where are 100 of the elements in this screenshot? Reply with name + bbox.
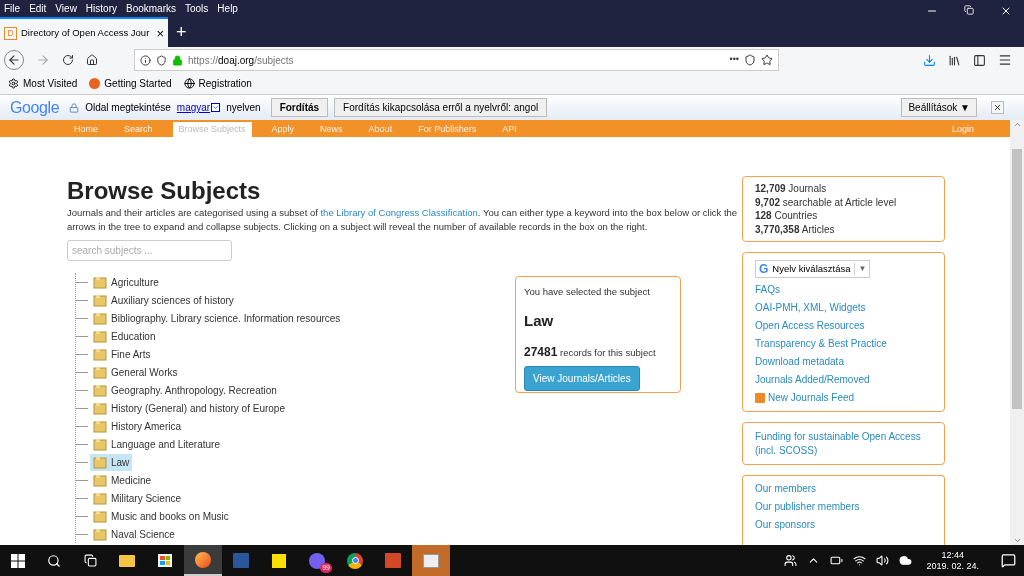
search-field[interactable]: search subjects ...: [67, 240, 232, 261]
folder-icon: [93, 347, 107, 361]
folder-icon: [93, 473, 107, 487]
browser-app-icon[interactable]: [184, 545, 222, 576]
language-dropdown[interactable]: magyar: [176, 100, 221, 115]
bookmark-item[interactable]: Most Visited: [8, 76, 78, 91]
clock[interactable]: 12:44 2019. 02. 24.: [922, 549, 983, 572]
sidebar-link[interactable]: Download metadata: [755, 355, 932, 369]
scroll-down-icon[interactable]: [1012, 536, 1022, 545]
library-icon[interactable]: [948, 53, 961, 67]
bookmark-item[interactable]: Registration: [183, 76, 252, 91]
volume-icon[interactable]: [876, 554, 890, 567]
disable-translation-button[interactable]: Fordítás kikapcsolása erről a nyelvről: angol: [334, 98, 548, 117]
close-icon[interactable]: [1000, 5, 1012, 17]
browser-tab[interactable]: D Directory of Open Access Jour ×: [0, 17, 168, 47]
page-title: Browse Subjects: [67, 177, 262, 205]
bookmark-star-icon[interactable]: [761, 54, 773, 66]
subject-item[interactable]: Law: [90, 453, 133, 471]
language-select[interactable]: G Nyelv kiválasztása ▼: [755, 260, 871, 279]
lock-icon: [69, 102, 80, 113]
snipping-app-icon[interactable]: [412, 545, 450, 576]
member-link[interactable]: Our sponsors: [755, 518, 932, 532]
sidebar-icon[interactable]: [973, 53, 986, 67]
menu-item[interactable]: Bookmarks: [126, 1, 176, 16]
subject-item[interactable]: History (General) and history of Europe: [90, 399, 288, 417]
subject-item[interactable]: Music and books on Music: [90, 507, 232, 525]
sidebar-link[interactable]: OAI-PMH, XML, Widgets: [755, 301, 932, 315]
translate-suffix: nyelven: [226, 101, 261, 115]
sidebar-link[interactable]: New Journals Feed: [755, 391, 932, 405]
settings-button[interactable]: Beállítások ▼: [901, 98, 977, 117]
tab-title: Directory of Open Access Jour: [21, 25, 151, 40]
folder-icon: [93, 293, 107, 307]
people-icon[interactable]: [784, 554, 798, 567]
wifi-icon[interactable]: [853, 554, 867, 567]
menu-item[interactable]: Help: [217, 1, 238, 16]
folder-icon: [93, 491, 107, 505]
folder-icon: [93, 437, 107, 451]
menu-item[interactable]: File: [4, 1, 21, 16]
home-icon[interactable]: [86, 54, 98, 66]
back-arrow-icon: [7, 53, 21, 67]
bookmark-item[interactable]: Getting Started: [89, 76, 172, 91]
rss-icon: [755, 392, 765, 403]
close-button[interactable]: [991, 101, 1004, 114]
subject-item[interactable]: Auxiliary sciences of history: [90, 291, 237, 309]
address-bar[interactable]: https://doaj.org/subjects •••: [134, 49, 779, 71]
reload-icon[interactable]: [62, 54, 74, 66]
member-link[interactable]: Our members: [755, 482, 932, 496]
folder-icon: [93, 311, 107, 325]
folder-icon: [93, 329, 107, 343]
cloud-icon[interactable]: [899, 554, 913, 567]
menu-item[interactable]: Edit: [29, 1, 47, 16]
subject-item[interactable]: Agriculture: [90, 273, 162, 291]
subject-item[interactable]: History America: [90, 417, 184, 435]
tab-favicon: D: [4, 26, 17, 40]
stat-line: 128 Countries: [755, 209, 819, 223]
gear-icon: [8, 78, 19, 89]
sidebar-link[interactable]: Transparency & Best Practice: [755, 337, 932, 351]
translate-label: Oldal megtekintése: [85, 101, 171, 115]
subject-item[interactable]: Language and Literature: [90, 435, 223, 453]
folder-icon: [93, 419, 107, 433]
intro-paragraph: Journals and their articles are categorised using a subset of the Library of Congress Classification. You can either type a keyword into the box below or click the arrows in the tree to expand and collapse subjects. Clicking on a subject will reveal the number of available records in the box on the right.: [67, 206, 739, 234]
menu-item[interactable]: View: [55, 1, 77, 16]
folder-icon: [93, 365, 107, 379]
subject-item[interactable]: Education: [90, 327, 159, 345]
sidebar-link[interactable]: Journals Added/Removed: [755, 373, 932, 387]
subject-item[interactable]: Military Science: [90, 489, 185, 507]
info-icon: [140, 54, 151, 66]
subject-item[interactable]: Geography. Anthropology. Recreation: [90, 381, 280, 399]
member-link[interactable]: Our publisher members: [755, 500, 932, 514]
folder-icon: [93, 455, 107, 469]
translate-button[interactable]: Fordítás: [270, 98, 329, 117]
subject-item[interactable]: Fine Arts: [90, 345, 154, 363]
subject-item[interactable]: General Works: [90, 363, 181, 381]
stat-line: 9,702 searchable at Article level: [755, 195, 898, 209]
url-text: https://doaj.org/subjects: [188, 53, 294, 68]
windows-logo-icon: [11, 553, 25, 568]
funding-link[interactable]: Funding for sustainable Open Access (incl. SCOSS): [755, 430, 932, 458]
scroll-up-icon[interactable]: [1012, 120, 1022, 129]
subject-item[interactable]: Naval Science: [90, 525, 178, 543]
dropdown-arrow-icon: [211, 103, 221, 112]
scrollbar[interactable]: [1010, 120, 1024, 545]
menu-item[interactable]: Tools: [185, 1, 209, 16]
battery-icon[interactable]: [830, 554, 844, 567]
notifications-icon[interactable]: [1001, 553, 1016, 568]
sidebar-link[interactable]: FAQs: [755, 283, 932, 297]
subject-item[interactable]: Bibliography. Library science. Information resources: [90, 309, 344, 327]
subject-item[interactable]: Medicine: [90, 471, 155, 489]
menu-item[interactable]: History: [85, 1, 117, 16]
sidebar-link[interactable]: Open Access Resources: [755, 319, 932, 333]
new-tab-button[interactable]: +: [168, 17, 195, 47]
selection-intro: You have selected the subject: [524, 285, 651, 299]
classification-link[interactable]: the Library of Congress Classification: [320, 207, 478, 218]
download-icon[interactable]: [923, 53, 936, 67]
more-actions-button[interactable]: •••: [729, 53, 739, 67]
selected-subject: Law: [524, 311, 555, 332]
close-tab-button[interactable]: ×: [156, 26, 164, 40]
language-select-label: Nyelv kiválasztása: [772, 262, 851, 276]
folder-icon: [93, 401, 107, 415]
restore-icon[interactable]: [964, 5, 974, 15]
menu-icon[interactable]: [998, 53, 1012, 67]
